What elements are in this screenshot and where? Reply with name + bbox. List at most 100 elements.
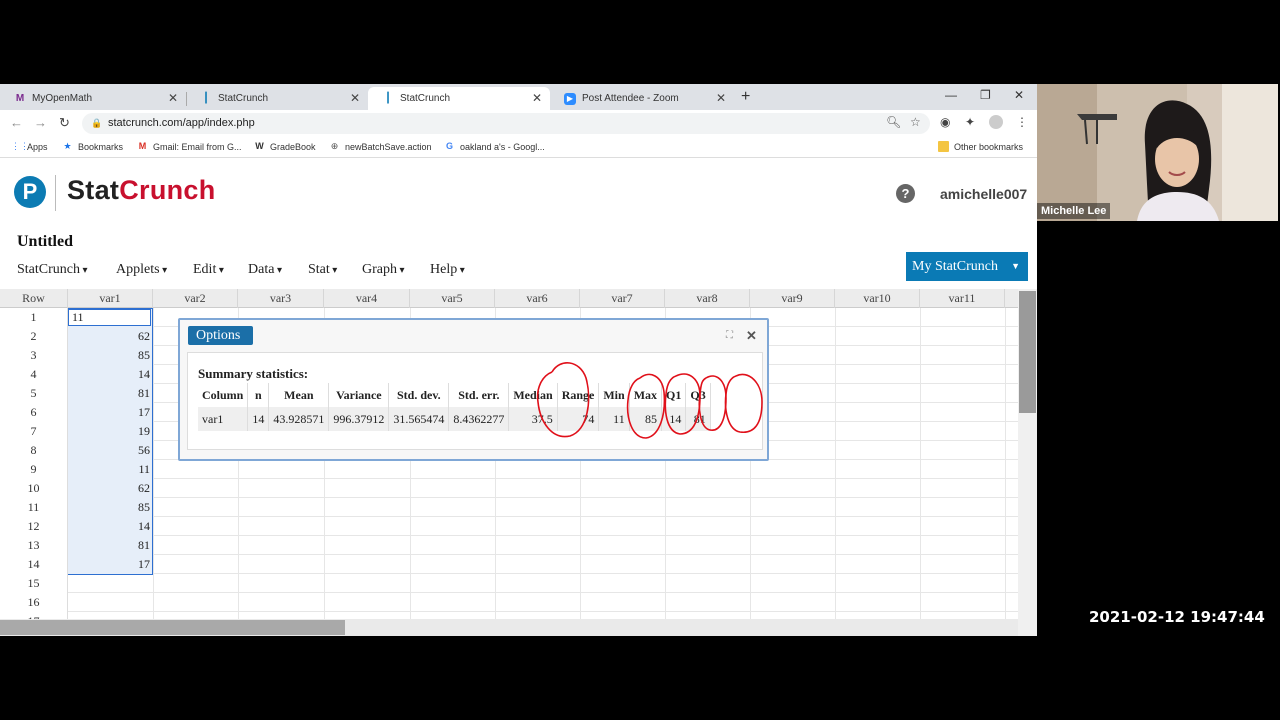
column-header[interactable]: var7 bbox=[580, 289, 665, 308]
table-cell: 37.5 bbox=[508, 407, 558, 431]
row-number[interactable]: 4 bbox=[0, 365, 68, 384]
minimize-icon[interactable]: — bbox=[945, 88, 957, 102]
window-close-icon[interactable]: ✕ bbox=[1014, 88, 1024, 102]
webcam-person-image bbox=[1037, 84, 1278, 221]
bookmark-bookmarks[interactable]: ★ Bookmarks bbox=[62, 141, 123, 152]
star-icon: ★ bbox=[63, 141, 72, 151]
column-header[interactable]: var10 bbox=[835, 289, 920, 308]
menu-graph[interactable]: Graph bbox=[362, 262, 405, 278]
reload-icon[interactable]: ↻ bbox=[59, 115, 70, 131]
menu-applets[interactable]: Applets bbox=[116, 262, 167, 278]
url-field[interactable]: 🔒 statcrunch.com/app/index.php bbox=[82, 113, 930, 134]
column-header[interactable]: var3 bbox=[238, 289, 324, 308]
bookmark-newbatchsave[interactable]: ⊕ newBatchSave.action bbox=[329, 141, 432, 152]
my-statcrunch-button[interactable]: My StatCrunch ▼ bbox=[906, 252, 1028, 281]
bookmark-google-search[interactable]: G oakland a's - Googl... bbox=[444, 141, 545, 152]
row-number[interactable]: 15 bbox=[0, 574, 68, 593]
cell-var1[interactable]: 19 bbox=[68, 422, 150, 441]
row-number[interactable]: 13 bbox=[0, 536, 68, 555]
cell-var1[interactable]: 14 bbox=[68, 365, 150, 384]
bookmark-gradebook[interactable]: W GradeBook bbox=[254, 141, 315, 152]
menu-statcrunch[interactable]: StatCrunch bbox=[17, 262, 88, 278]
cell-var1[interactable]: 17 bbox=[68, 403, 150, 422]
bookmark-label: Other bookmarks bbox=[954, 141, 1024, 152]
help-icon[interactable]: ? bbox=[896, 184, 915, 203]
username[interactable]: amichelle007 bbox=[940, 186, 1027, 202]
row-number[interactable]: 10 bbox=[0, 479, 68, 498]
bookmark-apps[interactable]: ⋮⋮ Apps bbox=[11, 141, 48, 152]
grid-column-line bbox=[835, 308, 836, 636]
kebab-menu-icon[interactable]: ⋮ bbox=[1016, 115, 1028, 129]
vertical-scroll-thumb[interactable] bbox=[1019, 291, 1036, 413]
column-header: Mean bbox=[268, 383, 330, 407]
cell-var1[interactable]: 14 bbox=[68, 517, 150, 536]
new-tab-icon[interactable]: + bbox=[741, 88, 750, 106]
menu-help[interactable]: Help bbox=[430, 262, 465, 278]
gmail-icon: M bbox=[138, 141, 147, 151]
grid-row-line bbox=[68, 611, 1018, 612]
column-header[interactable]: var11 bbox=[920, 289, 1005, 308]
row-number[interactable]: 2 bbox=[0, 327, 68, 346]
bookmark-gmail[interactable]: M Gmail: Email from G... bbox=[137, 141, 242, 152]
menu-edit[interactable]: Edit bbox=[193, 262, 224, 278]
cell-var1[interactable]: 11 bbox=[68, 460, 150, 479]
close-icon[interactable]: ✕ bbox=[716, 91, 726, 105]
cell-var1[interactable]: 56 bbox=[68, 441, 150, 460]
zoom-icon: ▶ bbox=[564, 92, 576, 105]
close-icon[interactable]: ✕ bbox=[168, 91, 178, 105]
cell-var1[interactable]: 62 bbox=[68, 327, 150, 346]
active-cell[interactable]: 11 bbox=[68, 309, 151, 326]
other-bookmarks[interactable]: Other bookmarks bbox=[938, 141, 1023, 152]
extension-icon[interactable]: ◉ bbox=[940, 115, 950, 129]
menu-stat[interactable]: Stat bbox=[308, 262, 337, 278]
row-number[interactable]: 3 bbox=[0, 346, 68, 365]
back-icon[interactable]: ← bbox=[10, 115, 23, 130]
cell-var1[interactable]: 62 bbox=[68, 479, 150, 498]
zoom-magnifier-icon[interactable]: 🔍︎ bbox=[886, 115, 901, 129]
column-header[interactable]: var4 bbox=[324, 289, 410, 308]
row-number[interactable]: 6 bbox=[0, 403, 68, 422]
column-header[interactable]: var1 bbox=[68, 289, 153, 308]
menu-data[interactable]: Data bbox=[248, 262, 282, 278]
close-icon[interactable]: ✕ bbox=[532, 91, 542, 105]
profile-avatar-icon[interactable] bbox=[989, 115, 1003, 129]
bookmarks-bar: ⋮⋮ Apps ★ Bookmarks M Gmail: Email from … bbox=[0, 136, 1037, 158]
row-number[interactable]: 12 bbox=[0, 517, 68, 536]
forward-icon[interactable]: → bbox=[34, 115, 47, 130]
lock-icon: 🔒 bbox=[91, 118, 103, 128]
row-number[interactable]: 1 bbox=[0, 308, 68, 327]
column-header[interactable]: var2 bbox=[153, 289, 238, 308]
row-number[interactable]: 5 bbox=[0, 384, 68, 403]
cell-var1[interactable]: 81 bbox=[68, 536, 150, 555]
table-row: var1 14 43.928571 996.37912 31.565474 8.43622… bbox=[198, 407, 711, 431]
screen: M MyOpenMath ✕ ┃ StatCrunch ✕ ┃ StatCrun… bbox=[0, 0, 1280, 720]
tab-statcrunch-2[interactable]: ┃ StatCrunch ✕ bbox=[368, 87, 550, 110]
dialog-title[interactable]: Options bbox=[188, 326, 253, 345]
bookmark-label: Gmail: Email from G... bbox=[153, 141, 242, 152]
row-number[interactable]: 7 bbox=[0, 422, 68, 441]
column-header[interactable]: var9 bbox=[750, 289, 835, 308]
close-icon[interactable]: ✕ bbox=[746, 328, 757, 344]
horizontal-scroll-thumb[interactable] bbox=[0, 620, 345, 635]
tab-statcrunch-1[interactable]: ┃ StatCrunch ✕ bbox=[186, 87, 368, 110]
row-number[interactable]: 14 bbox=[0, 555, 68, 574]
cell-var1[interactable]: 85 bbox=[68, 346, 150, 365]
row-number[interactable]: 16 bbox=[0, 593, 68, 612]
row-number[interactable]: 9 bbox=[0, 460, 68, 479]
column-header[interactable]: var6 bbox=[495, 289, 580, 308]
row-number[interactable]: 8 bbox=[0, 441, 68, 460]
cell-var1[interactable]: 85 bbox=[68, 498, 150, 517]
maximize-icon[interactable]: ⛶ bbox=[726, 330, 733, 341]
row-number[interactable]: 11 bbox=[0, 498, 68, 517]
column-header[interactable]: var8 bbox=[665, 289, 750, 308]
restore-icon[interactable]: ❐ bbox=[980, 88, 991, 102]
tab-zoom[interactable]: ▶ Post Attendee - Zoom ✕ bbox=[550, 87, 734, 110]
column-header[interactable]: var5 bbox=[410, 289, 495, 308]
cell-var1[interactable]: 81 bbox=[68, 384, 150, 403]
column-header: Range bbox=[557, 383, 600, 407]
tab-myopenmath[interactable]: M MyOpenMath ✕ bbox=[0, 87, 186, 110]
close-icon[interactable]: ✕ bbox=[350, 91, 360, 105]
bookmark-star-icon[interactable]: ☆ bbox=[910, 115, 921, 129]
puzzle-extensions-icon[interactable]: ✦ bbox=[965, 115, 975, 129]
cell-var1[interactable]: 17 bbox=[68, 555, 150, 574]
